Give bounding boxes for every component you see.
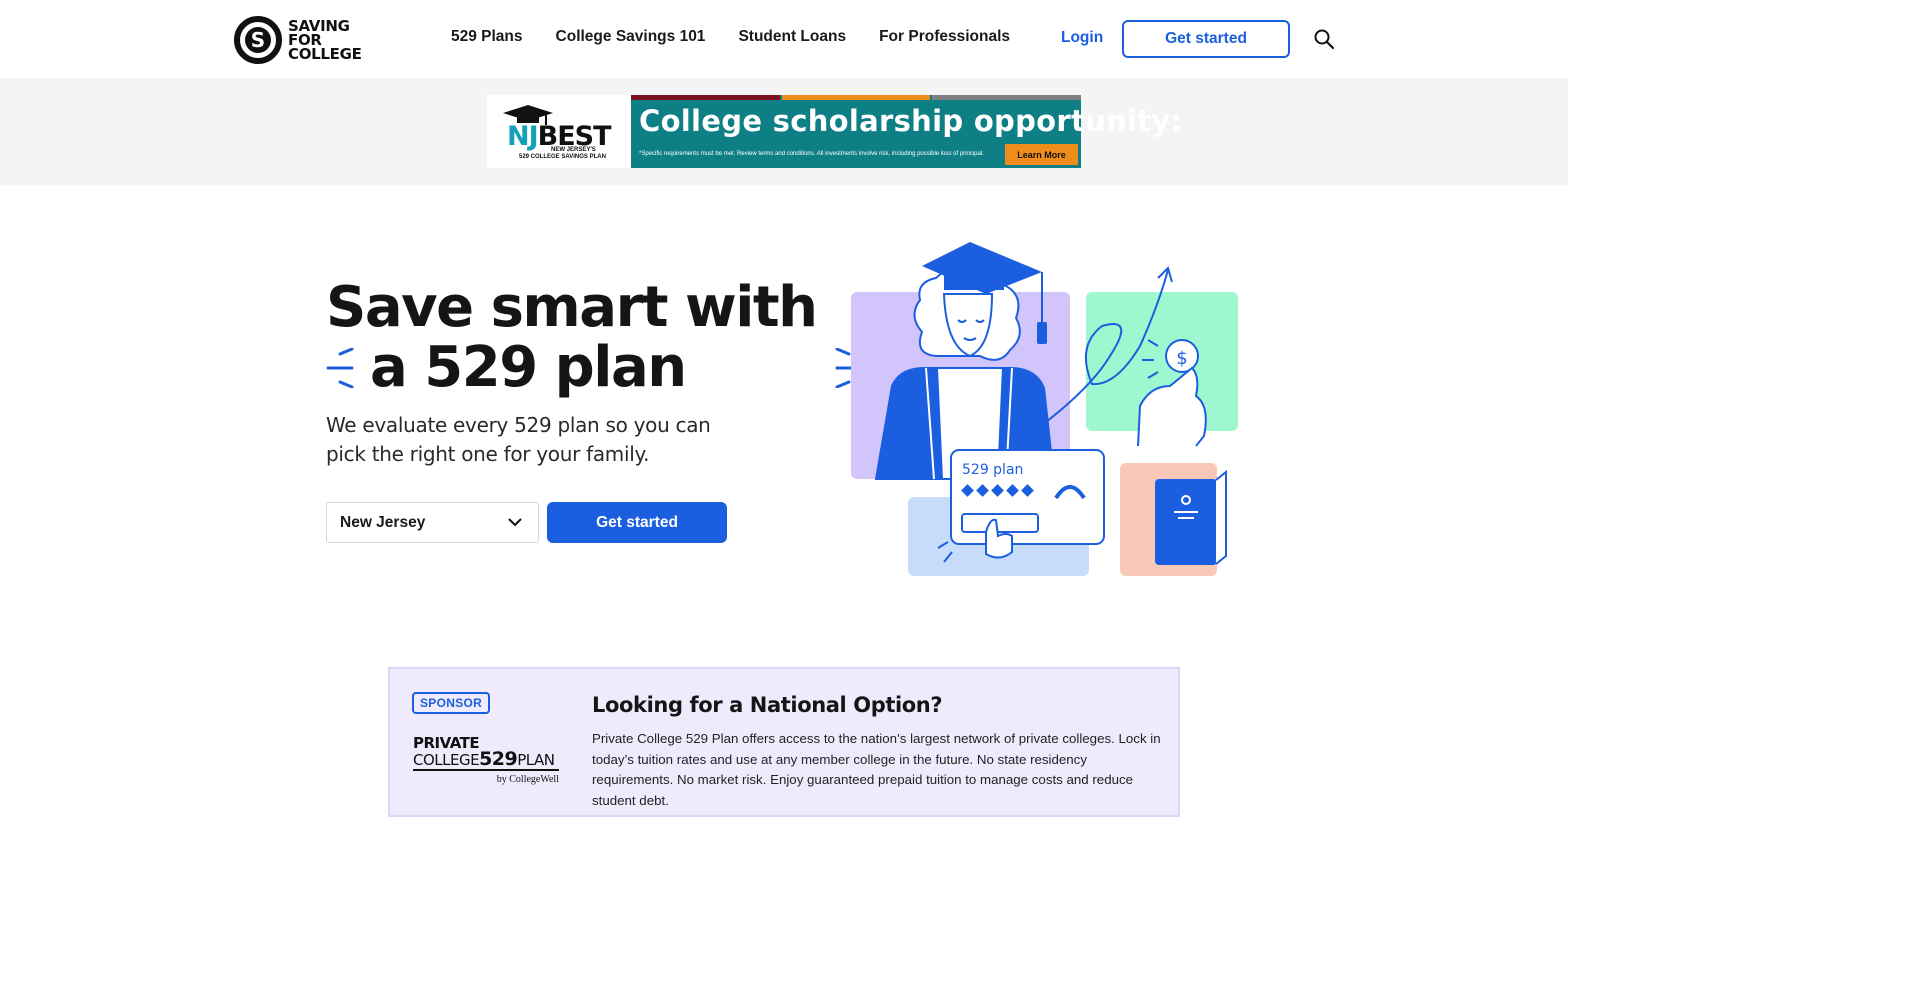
main-nav: 529 Plans College Savings 101 Student Lo… [451, 28, 1010, 46]
ad-stripe-orange [781, 95, 931, 100]
svg-text:$: $ [1176, 348, 1187, 369]
nav-for-professionals[interactable]: For Professionals [879, 28, 1010, 46]
ad-stripe-red [631, 95, 780, 100]
hero-title-line2: a 529 plan [370, 335, 687, 400]
nav-529-plans[interactable]: 529 Plans [451, 28, 523, 46]
hero-get-started-button[interactable]: Get started [547, 502, 727, 543]
ad-stripe-gray [932, 95, 1082, 100]
state-select[interactable]: New Jersey [326, 502, 539, 543]
nav-student-loans[interactable]: Student Loans [738, 28, 846, 46]
njbest-sub2: 529 COLLEGE SAVINGS PLAN [519, 154, 606, 160]
hero-subtitle: We evaluate every 529 plan so you can pi… [326, 413, 711, 466]
ad-headline: College scholarship opportunity: [639, 104, 1183, 138]
sponsor-logo-byline: by CollegeWell [496, 774, 559, 785]
hero-title-line2-wrap: a 529 plan [326, 335, 863, 400]
nav-college-savings-101[interactable]: College Savings 101 [556, 28, 706, 46]
sponsor-title: Looking for a National Option? [592, 693, 943, 717]
site-header: S SAVING FOR COLLEGE 529 Plans College S… [0, 0, 1568, 78]
njbest-logo: NJBEST NEW JERSEY'S 529 COLLEGE SAVINGS … [487, 95, 631, 168]
site-logo[interactable]: S SAVING FOR COLLEGE [232, 15, 362, 65]
logo-wordmark: SAVING FOR COLLEGE [288, 17, 362, 63]
chevron-down-icon [508, 518, 522, 527]
ad-content: College scholarship opportunity: *Specif… [631, 95, 1182, 168]
svg-text:S: S [251, 28, 265, 52]
sponsor-badge: SPONSOR [412, 692, 491, 714]
logo-mark-icon: S [232, 16, 284, 64]
hero-title-line1: Save smart with [326, 275, 818, 340]
state-select-value: New Jersey [340, 513, 426, 531]
card-label: 529 plan [962, 462, 1023, 478]
hero-title: Save smart with a 529 plan [326, 275, 863, 400]
header-get-started-button[interactable]: Get started [1122, 20, 1290, 58]
ad-stripes [631, 95, 1082, 100]
ad-band: NJBEST NEW JERSEY'S 529 COLLEGE SAVINGS … [0, 78, 1568, 185]
njbest-ad-banner[interactable]: NJBEST NEW JERSEY'S 529 COLLEGE SAVINGS … [487, 95, 1182, 168]
sponsor-body: Private College 529 Plan offers access t… [592, 731, 1161, 808]
sparkle-left-icon [326, 348, 354, 388]
sponsor-card[interactable]: SPONSOR PRIVATE COLLEGE529PLAN by Colleg… [388, 667, 1180, 817]
graduate-529-illustration: $ 529 plan [851, 242, 1238, 576]
search-icon[interactable] [1313, 28, 1335, 50]
ad-learn-more-button[interactable]: Learn More [1005, 144, 1078, 165]
private-college-529-logo: PRIVATE COLLEGE529PLAN by CollegeWell [413, 735, 563, 791]
njbest-sub1: NEW JERSEY'S [551, 147, 596, 153]
login-link[interactable]: Login [1061, 29, 1103, 47]
sponsor-logo-line2: COLLEGE529PLAN [413, 748, 555, 770]
ad-fine-print: *Specific requirements must be met. Revi… [639, 151, 984, 157]
